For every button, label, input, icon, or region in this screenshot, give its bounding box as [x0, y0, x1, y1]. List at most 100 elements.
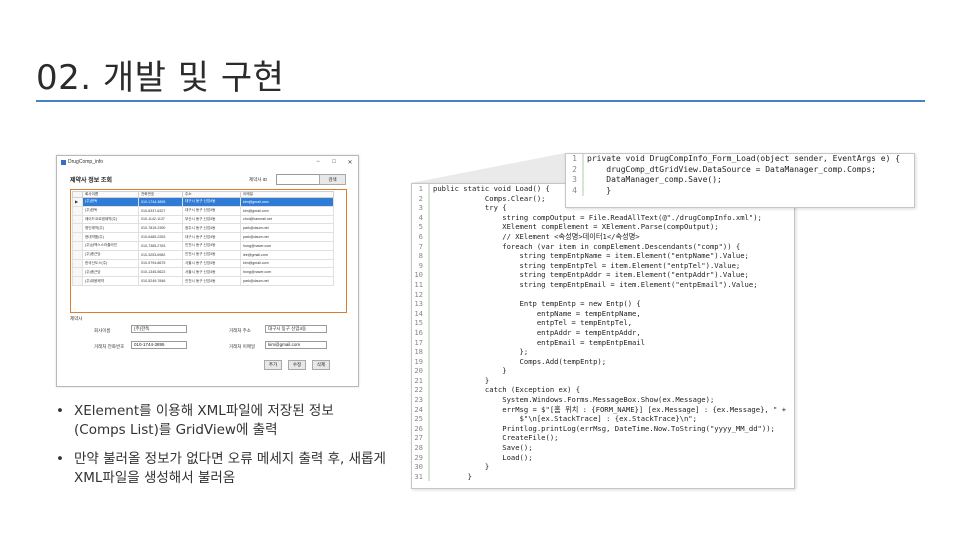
table-cell[interactable]: 010-6337-6327	[138, 205, 183, 216]
code-line: 24 errMsg = $"[홈 위치 : {FORM_NAME}] [ex.M…	[412, 404, 794, 415]
app-icon	[61, 159, 66, 165]
table-cell[interactable]: 010-1345-5623	[138, 267, 183, 278]
email-field[interactable]: kim@gmail.com	[265, 341, 327, 349]
table-cell[interactable]: 010-3253-6982	[138, 249, 183, 260]
code-line: 6 // XElement <속성명>데이터1</속성명>	[412, 231, 794, 242]
address-field[interactable]: 대구시 동구 신암4동	[265, 325, 327, 333]
change-bar	[428, 327, 430, 338]
code-text: }	[587, 185, 612, 195]
table-cell[interactable]: 010-6485-2263	[138, 232, 183, 242]
code-text: }	[433, 471, 472, 481]
row-header[interactable]	[72, 267, 83, 278]
line-number: 15	[414, 318, 423, 328]
table-cell[interactable]: 광주시 동구 신암4동	[182, 223, 241, 234]
change-bar	[428, 337, 430, 348]
row-header[interactable]	[72, 214, 83, 225]
table-cell[interactable]: kim@gmail.com	[240, 258, 334, 269]
line-number: 12	[414, 289, 423, 299]
table-row[interactable]: (주)대웅제약 010-5249-7846 인천시 동구 신암4동 park@daum…	[72, 276, 334, 286]
table-cell[interactable]: 대구시 동구 신암4동	[182, 232, 241, 242]
table-cell[interactable]: hong@naver.com	[240, 267, 334, 278]
table-row[interactable]: (주)종근당 010-1345-5623 서울시 동구 신암4동 hong@naver…	[72, 267, 334, 278]
table-cell[interactable]: 010-7819-2390	[138, 223, 183, 234]
table-cell[interactable]: 인천시 동구 신암4동	[182, 240, 241, 251]
phone-field[interactable]: 010-1744-3895	[131, 341, 187, 349]
change-bar	[428, 471, 430, 482]
table-cell[interactable]: 현대약품(주)	[82, 232, 139, 242]
table-row[interactable]: 현대약품(주) 010-6485-2263 대구시 동구 신암4동 park@daum…	[72, 232, 334, 242]
table-cell[interactable]: park@daum.net	[240, 232, 334, 242]
edit-button[interactable]: 수정	[288, 360, 306, 370]
line-number: 3	[572, 175, 577, 185]
table-cell[interactable]: 서울시 동구 신암4동	[182, 258, 241, 269]
table-cell[interactable]: (주)한독	[82, 205, 139, 216]
company-field[interactable]: (주)한독	[131, 325, 187, 333]
code-line: 28 Save();	[412, 443, 794, 453]
table-cell[interactable]: kim@gmail.com	[240, 205, 334, 216]
app-header: 제약사 정보 조회	[70, 178, 112, 184]
code-line: 26 Printlog.printLog(errMsg, DateTime.No…	[412, 423, 794, 434]
table-row[interactable]: ▶ (주)한독 010-1744-3895 대구시 동구 신암4동 kim@gmail.…	[72, 197, 334, 207]
table-cell[interactable]: 010-1744-3895	[138, 197, 183, 207]
table-cell[interactable]: (주)대웅제약	[82, 276, 139, 286]
table-cell[interactable]: 인천시 동구 신암4동	[182, 276, 241, 286]
table-row[interactable]: (주)삼백스스라졸라인 010-7365-2763 인천시 동구 신암4동 hong@…	[72, 240, 334, 251]
table-cell[interactable]: 명인제약(주)	[82, 223, 139, 234]
table-cell[interactable]: 서울시 동구 신암4동	[182, 267, 241, 278]
maximize-icon[interactable]: □	[330, 159, 338, 166]
table-cell[interactable]: kim@gmail.com	[240, 197, 334, 207]
row-header[interactable]	[72, 240, 83, 251]
table-cell[interactable]: 인천시 동구 신암4동	[182, 249, 241, 260]
table-cell[interactable]: 010-5249-7846	[138, 276, 183, 286]
table-cell[interactable]: choi@hanmail.net	[240, 214, 334, 225]
code-text: };	[433, 347, 529, 357]
code-line: 5 XElement compElement = XElement.Parse(…	[412, 222, 794, 232]
table-cell[interactable]: 010-1142-1137	[138, 214, 183, 225]
line-number: 28	[414, 443, 423, 453]
row-header[interactable]	[72, 205, 83, 216]
grid-view[interactable]: 회사이름 전화번호 주소 이메일 ▶ (주)한독 010-1744-3895 대구시 …	[70, 189, 347, 313]
table-cell[interactable]: park@daum.net	[240, 223, 334, 234]
line-number: 23	[414, 395, 423, 405]
table-cell[interactable]: 010-9794-8675	[138, 258, 183, 269]
code-line: 3 DataManager_comp.Save();	[566, 175, 914, 186]
code-text: DataManager_comp.Save();	[587, 175, 722, 185]
table-cell[interactable]: 부산시 동구 신암4동	[182, 214, 241, 225]
line-number: 24	[414, 404, 423, 414]
search-button[interactable]: 검색	[319, 174, 346, 185]
row-header[interactable]	[72, 232, 83, 242]
add-button[interactable]: 추가	[264, 360, 282, 370]
table-row[interactable]: 명인제약(주) 010-7819-2390 광주시 동구 신암4동 park@daum…	[72, 223, 334, 234]
line-number: 9	[418, 260, 423, 270]
table-cell[interactable]: (주)한독	[82, 197, 139, 207]
change-bar	[428, 462, 430, 472]
table-cell[interactable]: 한국산도스(주)	[82, 258, 139, 269]
table-cell[interactable]: park@daum.net	[240, 276, 334, 286]
row-header[interactable]	[72, 276, 83, 286]
row-header[interactable]	[72, 258, 83, 269]
table-cell[interactable]: hong@naver.com	[240, 240, 334, 251]
table-cell[interactable]: lee@gmail.com	[240, 249, 334, 260]
table-cell[interactable]: 010-7365-2763	[138, 240, 183, 251]
minimize-icon[interactable]: −	[314, 159, 322, 166]
table-row[interactable]: 제이드코르엠제약(주) 010-1142-1137 부산시 동구 신암4동 choi@…	[72, 214, 334, 225]
table-cell[interactable]: (주)종근당	[82, 249, 139, 260]
code-text: public static void Load() {	[433, 184, 550, 193]
row-header[interactable]: ▶	[72, 197, 83, 207]
row-header[interactable]	[72, 223, 83, 234]
table-cell[interactable]: (주)삼백스스라졸라인	[82, 240, 139, 251]
line-number: 25	[414, 414, 423, 424]
row-header[interactable]	[72, 249, 83, 260]
delete-button[interactable]: 삭제	[312, 360, 330, 370]
table-cell[interactable]: 대구시 동구 신암4동	[182, 205, 241, 216]
table-cell[interactable]: 제이드코르엠제약(주)	[82, 214, 139, 225]
close-icon[interactable]: ✕	[346, 159, 354, 166]
table-cell[interactable]: 대구시 동구 신암4동	[182, 197, 241, 207]
line-number: 16	[414, 327, 423, 337]
line-number: 3	[418, 203, 423, 213]
table-cell[interactable]: (주)종근당	[82, 267, 139, 278]
table-row[interactable]: 한국산도스(주) 010-9794-8675 서울시 동구 신암4동 kim@gmai…	[72, 258, 334, 269]
table-row[interactable]: (주)종근당 010-3253-6982 인천시 동구 신암4동 lee@gmail.…	[72, 249, 334, 260]
code-line: 25 $"\n[ex.StackTrace] : {ex.StackTrace}…	[412, 414, 794, 424]
table-row[interactable]: (주)한독 010-6337-6327 대구시 동구 신암4동 kim@gmail.c…	[72, 205, 334, 216]
